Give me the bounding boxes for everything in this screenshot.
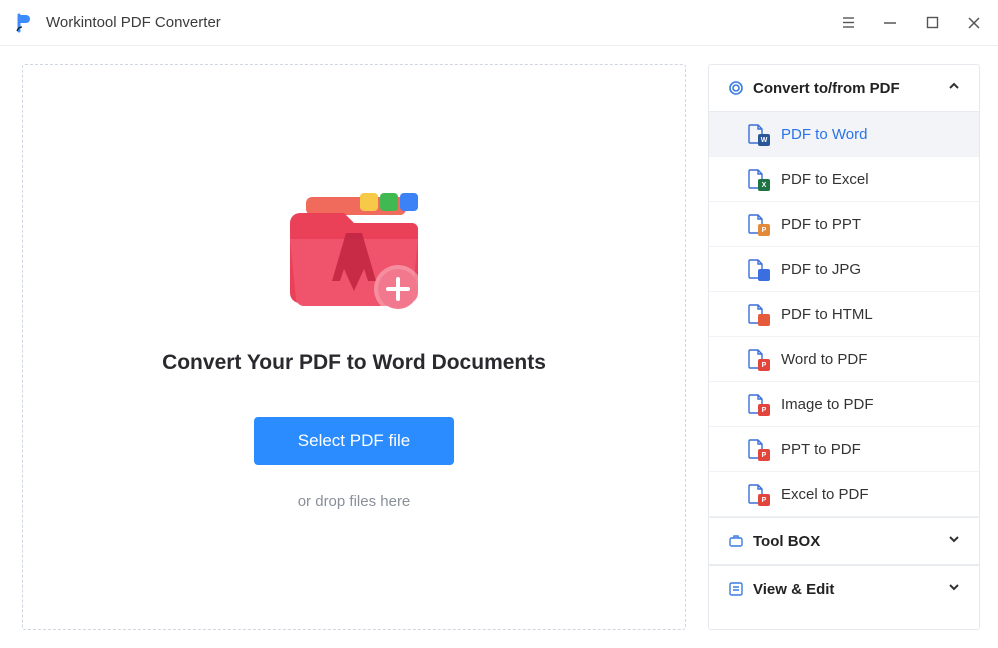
- file-icon: P: [747, 214, 767, 234]
- sidebar-item-pdf-to-ppt[interactable]: P PDF to PPT: [709, 202, 979, 247]
- file-icon: W: [747, 124, 767, 144]
- file-icon: P: [747, 394, 767, 414]
- sidebar-item-pdf-to-html[interactable]: PDF to HTML: [709, 292, 979, 337]
- sidebar-item-excel-to-pdf[interactable]: P Excel to PDF: [709, 472, 979, 517]
- app-logo-icon: [14, 12, 36, 34]
- section-convert[interactable]: Convert to/from PDF: [709, 65, 979, 112]
- headline: Convert Your PDF to Word Documents: [162, 351, 546, 375]
- section-convert-title: Convert to/from PDF: [753, 80, 900, 97]
- sidebar-item-label: PDF to Word: [781, 126, 867, 143]
- sidebar-item-pdf-to-word[interactable]: W PDF to Word: [709, 112, 979, 157]
- file-icon: P: [747, 439, 767, 459]
- sidebar-item-label: PDF to JPG: [781, 261, 861, 278]
- sidebar-item-word-to-pdf[interactable]: P Word to PDF: [709, 337, 979, 382]
- sidebar-item-label: PDF to Excel: [781, 171, 869, 188]
- convert-list: W PDF to Word X PDF to Excel P PDF to PPT PDF …: [709, 112, 979, 517]
- titlebar: Workintool PDF Converter: [0, 0, 998, 46]
- section-viewedit-title: View & Edit: [753, 581, 834, 598]
- file-icon: P: [747, 349, 767, 369]
- chevron-down-icon: [947, 580, 961, 598]
- drop-zone[interactable]: Convert Your PDF to Word Documents Selec…: [22, 64, 686, 630]
- section-toolbox[interactable]: Tool BOX: [709, 517, 979, 565]
- select-pdf-button[interactable]: Select PDF file: [254, 417, 454, 465]
- chevron-down-icon: [947, 532, 961, 550]
- section-viewedit[interactable]: View & Edit: [709, 565, 979, 612]
- convert-section-icon: [727, 79, 745, 97]
- chevron-up-icon: [947, 79, 961, 97]
- file-icon: [747, 259, 767, 279]
- app-title: Workintool PDF Converter: [46, 14, 221, 31]
- sidebar-item-pdf-to-excel[interactable]: X PDF to Excel: [709, 157, 979, 202]
- sidebar-item-label: PDF to HTML: [781, 306, 873, 323]
- file-icon: P: [747, 484, 767, 504]
- close-button[interactable]: [964, 13, 984, 33]
- drop-hint: or drop files here: [298, 493, 411, 510]
- sidebar-item-label: PDF to PPT: [781, 216, 861, 233]
- file-icon: [747, 304, 767, 324]
- sidebar-item-ppt-to-pdf[interactable]: P PPT to PDF: [709, 427, 979, 472]
- sidebar: Convert to/from PDF W PDF to Word X PDF to …: [708, 64, 980, 630]
- sidebar-item-label: Excel to PDF: [781, 486, 869, 503]
- sidebar-item-image-to-pdf[interactable]: P Image to PDF: [709, 382, 979, 427]
- maximize-button[interactable]: [922, 13, 942, 33]
- viewedit-section-icon: [727, 580, 745, 598]
- sidebar-item-label: PPT to PDF: [781, 441, 861, 458]
- file-icon: X: [747, 169, 767, 189]
- minimize-button[interactable]: [880, 13, 900, 33]
- sidebar-item-pdf-to-jpg[interactable]: PDF to JPG: [709, 247, 979, 292]
- sidebar-item-label: Word to PDF: [781, 351, 867, 368]
- sidebar-item-label: Image to PDF: [781, 396, 874, 413]
- menu-button[interactable]: [838, 13, 858, 33]
- section-toolbox-title: Tool BOX: [753, 533, 820, 550]
- toolbox-section-icon: [727, 532, 745, 550]
- window-controls: [838, 13, 984, 33]
- pdf-folder-icon: [274, 185, 434, 325]
